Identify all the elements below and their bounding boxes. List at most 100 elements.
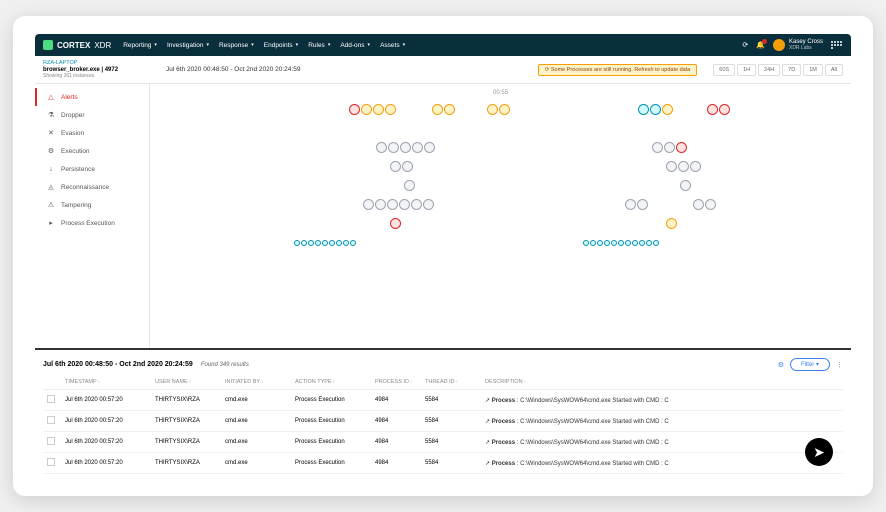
nav-assets[interactable]: Assets [380, 42, 405, 49]
sidebar-item-dropper[interactable]: ⚗Dropper [35, 106, 149, 124]
results-table: TIMESTAMP USER NAME INITIATED BY ACTION … [43, 375, 843, 474]
sidebar-item-persistence[interactable]: ↓Persistence [35, 160, 149, 178]
nav-endpoints[interactable]: Endpoints [264, 42, 298, 49]
cell-desc: ↗ Process : C:\Windows\SysWOW64\cmd.exe … [481, 460, 843, 467]
host-name[interactable]: RZA-LAPTOP [43, 60, 158, 66]
cell-tid: 5584 [421, 460, 481, 466]
warning-banner[interactable]: ⟳ Some Processes are still running. Refr… [538, 64, 698, 76]
row-checkbox[interactable] [47, 395, 55, 403]
brand-name: CORTEX [57, 41, 90, 50]
time-1h[interactable]: 1H [737, 64, 756, 76]
sidebar-item-reconnaissance[interactable]: ◬Reconnaissance [35, 178, 149, 196]
cell-tid: 5584 [421, 397, 481, 403]
topbar-right: ⟳ 🔔 Kasey Cross XDR Labs [742, 39, 843, 51]
user-menu[interactable]: Kasey Cross XDR Labs [773, 39, 823, 51]
time-1m[interactable]: 1M [803, 64, 823, 76]
top-nav-bar: CORTEX XDR Reporting Investigation Respo… [35, 34, 851, 56]
cell-user: THIRTYSIX\RZA [151, 460, 221, 466]
cell-tid: 5584 [421, 439, 481, 445]
results-date-range: Jul 6th 2020 00:48:50 - Oct 2nd 2020 20:… [43, 361, 193, 368]
time-60s[interactable]: 60S [713, 64, 735, 76]
sidebar-item-evasion[interactable]: ✕Evasion [35, 124, 149, 142]
timeline-row-procexec [156, 233, 845, 252]
results-panel: Jul 6th 2020 00:48:50 - Oct 2nd 2020 20:… [35, 348, 851, 478]
execution-icon: ⚙ [47, 147, 55, 155]
cell-timestamp: Jul 6th 2020 00:57:20 [61, 397, 151, 403]
cell-user: THIRTYSIX\RZA [151, 439, 221, 445]
timeline-row-alerts [156, 100, 845, 119]
table-row[interactable]: Jul 6th 2020 00:57:20THIRTYSIX\RZAcmd.ex… [43, 453, 843, 474]
nav-investigation[interactable]: Investigation [167, 42, 209, 49]
time-7d[interactable]: 7D [782, 64, 801, 76]
nav-addons[interactable]: Add-ons [340, 42, 370, 49]
col-actiontype[interactable]: ACTION TYPE [291, 379, 371, 385]
timeline-row-recon [156, 195, 845, 214]
cell-tid: 5584 [421, 418, 481, 424]
user-org: XDR Labs [789, 45, 823, 51]
main-content: △Alerts ⚗Dropper ✕Evasion ⚙Execution ↓Pe… [35, 84, 851, 348]
filter-button[interactable]: Filter ▾ [790, 358, 830, 371]
scroll-top-button[interactable]: ➤ [805, 438, 833, 466]
brand-suffix: XDR [94, 41, 111, 50]
nav-rules[interactable]: Rules [308, 42, 330, 49]
nav-reporting[interactable]: Reporting [123, 42, 157, 49]
brand-logo[interactable]: CORTEX XDR [43, 40, 111, 50]
cell-user: THIRTYSIX\RZA [151, 397, 221, 403]
table-row[interactable]: Jul 6th 2020 00:57:20THIRTYSIX\RZAcmd.ex… [43, 390, 843, 411]
cell-timestamp: Jul 6th 2020 00:57:20 [61, 418, 151, 424]
apps-menu-icon[interactable] [831, 41, 843, 49]
timeline-row-dropper [156, 119, 845, 138]
row-checkbox[interactable] [47, 416, 55, 424]
cell-init: cmd.exe [221, 460, 291, 466]
settings-icon[interactable]: ⚙ [778, 361, 784, 369]
play-icon: ▸ [47, 219, 55, 227]
sidebar-item-execution[interactable]: ⚙Execution [35, 142, 149, 160]
col-timestamp[interactable]: TIMESTAMP [61, 379, 151, 385]
dropper-icon: ⚗ [47, 111, 55, 119]
sidebar-item-alerts[interactable]: △Alerts [35, 88, 149, 106]
time-all[interactable]: All [825, 64, 843, 76]
avatar [773, 39, 785, 51]
cell-init: cmd.exe [221, 418, 291, 424]
table-body: Jul 6th 2020 00:57:20THIRTYSIX\RZAcmd.ex… [43, 390, 843, 474]
table-row[interactable]: Jul 6th 2020 00:57:20THIRTYSIX\RZAcmd.ex… [43, 432, 843, 453]
cell-pid: 4984 [371, 460, 421, 466]
notification-icon[interactable]: 🔔 [756, 41, 765, 49]
nav-response[interactable]: Response [219, 42, 254, 49]
col-description[interactable]: DESCRIPTION [481, 379, 843, 385]
cell-desc: ↗ Process : C:\Windows\SysWOW64\cmd.exe … [481, 418, 843, 425]
row-checkbox[interactable] [47, 458, 55, 466]
col-threadid[interactable]: THREAD ID [421, 379, 481, 385]
time-range-buttons: 60S 1H 24H 7D 1M All [713, 64, 843, 76]
app-screen: CORTEX XDR Reporting Investigation Respo… [35, 34, 851, 478]
cell-timestamp: Jul 6th 2020 00:57:20 [61, 439, 151, 445]
cell-timestamp: Jul 6th 2020 00:57:20 [61, 460, 151, 466]
results-header: Jul 6th 2020 00:48:50 - Oct 2nd 2020 20:… [43, 354, 843, 375]
cell-pid: 4984 [371, 418, 421, 424]
table-header: TIMESTAMP USER NAME INITIATED BY ACTION … [43, 375, 843, 390]
more-icon[interactable]: ⋮ [836, 361, 843, 369]
cell-action: Process Execution [291, 418, 371, 424]
cell-init: cmd.exe [221, 439, 291, 445]
row-checkbox[interactable] [47, 437, 55, 445]
logo-icon [43, 40, 53, 50]
date-range: Jul 6th 2020 00:48:50 - Oct 2nd 2020 20:… [166, 66, 300, 73]
laptop-frame: CORTEX XDR Reporting Investigation Respo… [13, 16, 873, 496]
sidebar-item-tampering[interactable]: ⚠Tampering [35, 196, 149, 214]
alert-icon: △ [47, 93, 55, 101]
timeline-row-persistence [156, 176, 845, 195]
col-username[interactable]: USER NAME [151, 379, 221, 385]
cell-init: cmd.exe [221, 397, 291, 403]
col-processid[interactable]: PROCESS ID [371, 379, 421, 385]
category-sidebar: △Alerts ⚗Dropper ✕Evasion ⚙Execution ↓Pe… [35, 84, 150, 348]
timeline-tick: 00:55 [156, 90, 845, 96]
refresh-icon[interactable]: ⟳ [742, 41, 748, 49]
col-initiatedby[interactable]: INITIATED BY [221, 379, 291, 385]
timeline-chart[interactable]: 00:55 [150, 84, 851, 348]
time-24h[interactable]: 24H [758, 64, 780, 76]
sidebar-item-process-execution[interactable]: ▸Process Execution [35, 214, 149, 232]
timeline-row-execution [156, 157, 845, 176]
table-row[interactable]: Jul 6th 2020 00:57:20THIRTYSIX\RZAcmd.ex… [43, 411, 843, 432]
cell-desc: ↗ Process : C:\Windows\SysWOW64\cmd.exe … [481, 439, 843, 446]
cell-pid: 4984 [371, 439, 421, 445]
